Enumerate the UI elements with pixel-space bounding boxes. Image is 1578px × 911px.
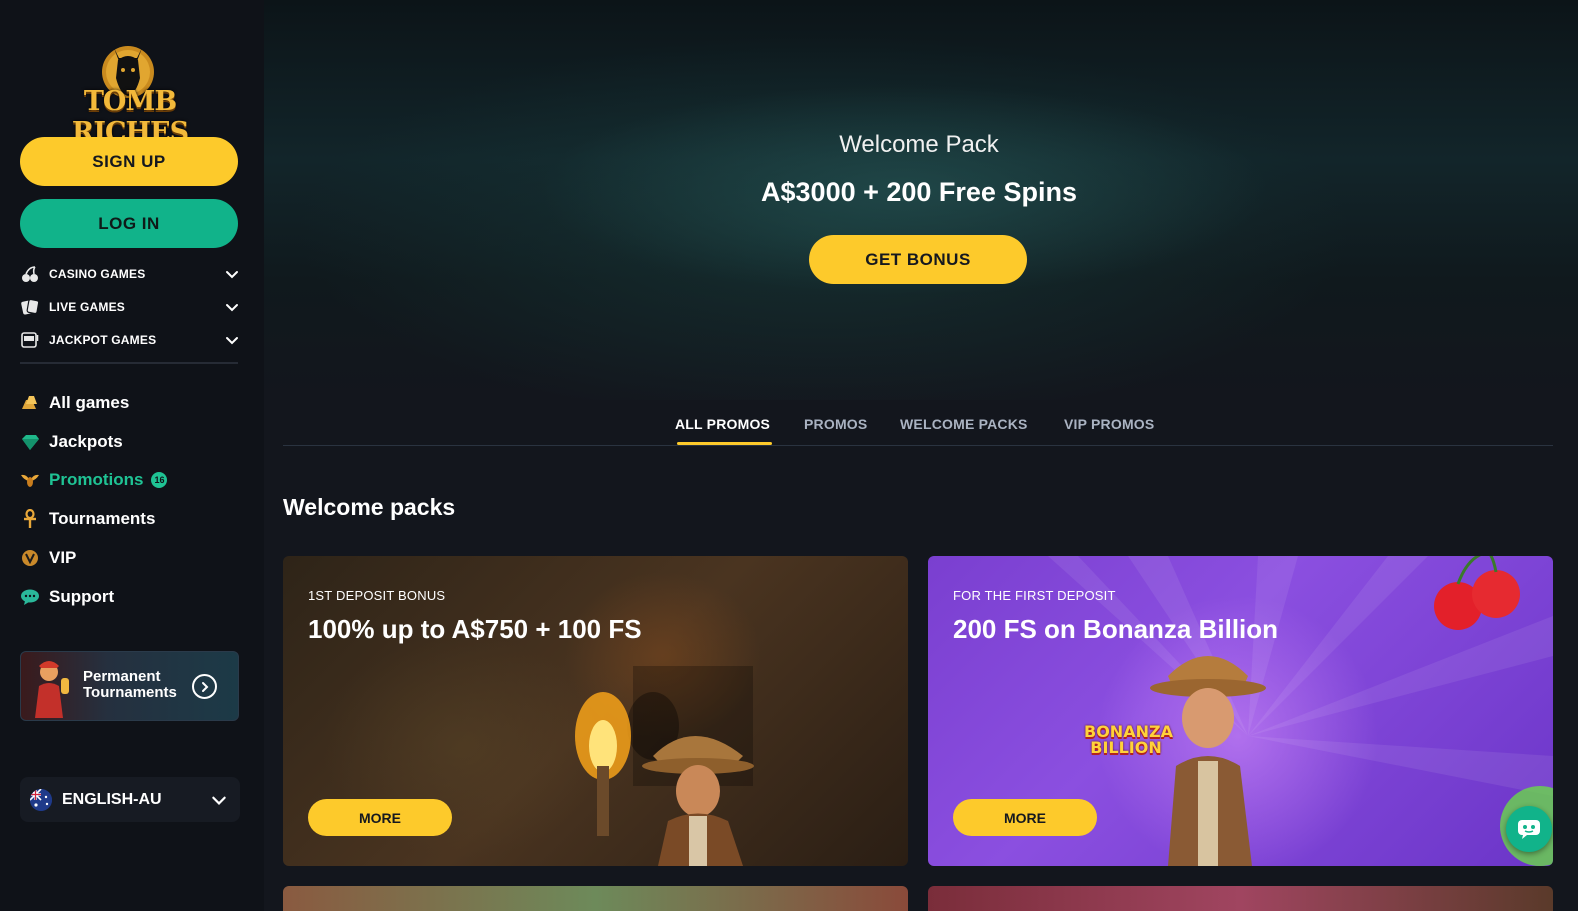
sidebar-item-label: Support (49, 587, 115, 606)
sidebar-item-all-games[interactable]: All games (20, 390, 240, 416)
promo-tabs: ALL PROMOS PROMOS WELCOME PACKS VIP PROM… (283, 410, 1553, 446)
promo-card-peek[interactable] (928, 886, 1553, 911)
chevron-down-icon (212, 796, 226, 805)
more-button[interactable]: MORE (953, 799, 1097, 836)
chat-robot-icon (1518, 820, 1540, 839)
winged-scarab-icon (20, 470, 40, 490)
tournament-banner-line1: Permanent (83, 668, 161, 685)
promo-card-bonanza-billion[interactable]: FOR THE FIRST DEPOSIT 200 FS on Bonanza … (928, 556, 1553, 866)
chevron-down-icon (226, 271, 238, 279)
sidebar-item-label: Jackpots (49, 432, 123, 451)
category-live-games[interactable]: LIVE GAMES (20, 295, 240, 319)
sign-up-button[interactable]: SIGN UP (20, 137, 238, 186)
gold-bars-icon (20, 393, 40, 413)
card-title: 100% up to A$750 + 100 FS (308, 614, 642, 644)
log-in-button[interactable]: LOG IN (20, 199, 238, 248)
category-label: LIVE GAMES (49, 300, 126, 314)
sidebar-item-tournaments[interactable]: Tournaments (20, 506, 240, 532)
hero-title: A$3000 + 200 Free Spins (761, 177, 1077, 207)
sidebar-item-label: VIP (49, 548, 77, 567)
category-casino-games[interactable]: CASINO GAMES (20, 262, 240, 286)
hero-subtitle: Welcome Pack (839, 131, 999, 158)
brand-logo[interactable]: TOMB RICHES (50, 38, 210, 148)
sidebar: TOMB RICHES SIGN UP LOG IN CASINO GAMES … (0, 0, 264, 911)
card-kicker: 1ST DEPOSIT BONUS (308, 588, 446, 603)
category-label: JACKPOT GAMES (49, 333, 157, 347)
tab-vip-promos[interactable]: VIP PROMOS (1064, 416, 1154, 432)
sidebar-item-promotions[interactable]: Promotions 16 (20, 467, 240, 493)
sidebar-item-jackpots[interactable]: Jackpots (20, 429, 240, 455)
category-jackpot-games[interactable]: JACKPOT GAMES (20, 328, 240, 352)
section-title: Welcome packs (283, 494, 456, 520)
cards-icon (20, 297, 40, 317)
tournament-banner-text: Permanent Tournaments (83, 669, 177, 701)
card-title: 200 FS on Bonanza Billion (953, 614, 1279, 644)
gem-icon (20, 432, 40, 452)
cherries-icon (20, 264, 40, 284)
tournament-character-icon (35, 661, 69, 718)
permanent-tournaments-banner[interactable]: Permanent Tournaments (20, 651, 239, 721)
slot-machine-icon (20, 330, 40, 350)
chat-bubble-icon (20, 587, 40, 607)
more-button[interactable]: MORE (308, 799, 452, 836)
vip-emblem-icon (20, 548, 40, 568)
sidebar-item-label: Promotions (49, 470, 144, 489)
tab-promos[interactable]: PROMOS (804, 416, 867, 432)
tab-welcome-packs[interactable]: WELCOME PACKS (900, 416, 1028, 432)
live-chat-button[interactable] (1506, 806, 1552, 852)
language-selector[interactable]: ENGLISH-AU (20, 777, 240, 822)
sidebar-divider (20, 362, 238, 364)
promotions-count-badge: 16 (151, 472, 168, 488)
explorer-with-torch-art (575, 666, 754, 866)
chevron-down-icon (226, 337, 238, 345)
tournament-banner-line2: Tournaments (83, 684, 177, 701)
chevron-down-icon (226, 304, 238, 312)
get-bonus-button[interactable]: GET BONUS (809, 235, 1027, 284)
language-label: ENGLISH-AU (62, 790, 162, 808)
promo-card-first-deposit[interactable]: 1ST DEPOSIT BONUS 100% up to A$750 + 100… (283, 556, 908, 866)
sidebar-item-label: All games (49, 393, 130, 412)
hero-banner: Welcome Pack A$3000 + 200 Free Spins GET… (264, 0, 1578, 400)
australia-flag-icon (30, 788, 52, 811)
sidebar-item-vip[interactable]: VIP (20, 545, 240, 571)
ankh-icon (20, 509, 40, 529)
app: TOMB RICHES SIGN UP LOG IN CASINO GAMES … (0, 0, 1578, 911)
active-tab-indicator (677, 442, 772, 445)
category-label: CASINO GAMES (49, 267, 146, 281)
card-kicker: FOR THE FIRST DEPOSIT (953, 588, 1116, 603)
promo-card-peek[interactable] (283, 886, 908, 911)
chevron-right-icon[interactable] (192, 674, 217, 699)
sidebar-item-support[interactable]: Support (20, 584, 240, 610)
sidebar-item-label: Tournaments (49, 509, 156, 528)
bonanza-billion-logo: BONANZA BILLION (1084, 722, 1173, 757)
tab-all-promos[interactable]: ALL PROMOS (675, 416, 770, 432)
main-content: Welcome Pack A$3000 + 200 Free Spins GET… (264, 0, 1578, 911)
